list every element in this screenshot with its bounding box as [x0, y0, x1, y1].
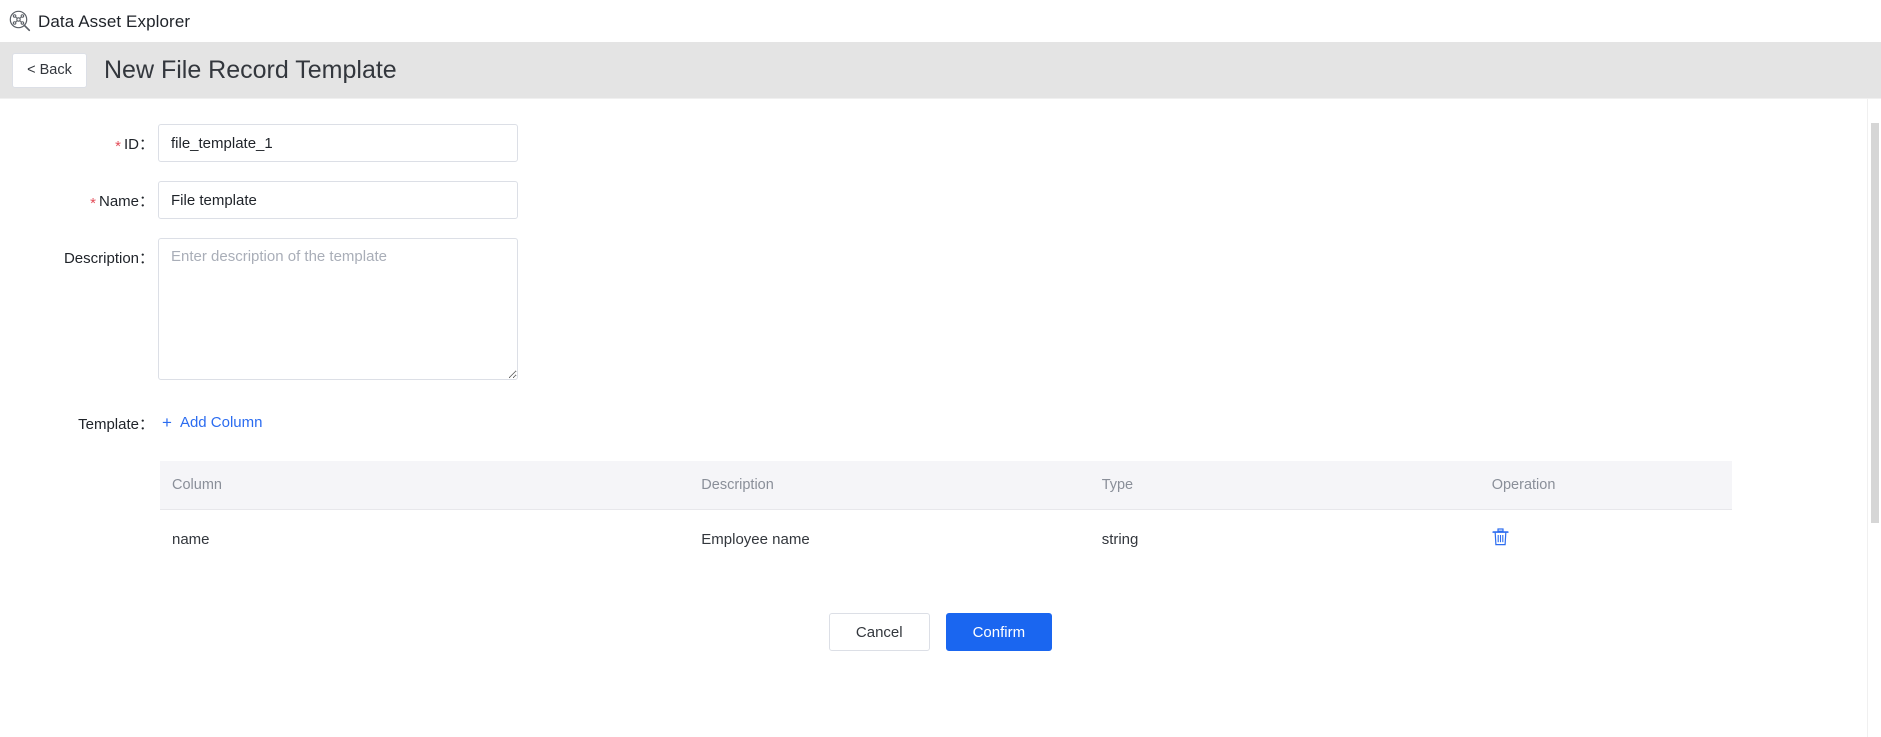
cell-description: Employee name — [689, 509, 1090, 569]
table-row: name Employee name string — [160, 509, 1732, 569]
back-button[interactable]: < Back — [12, 52, 87, 88]
required-asterisk: * — [90, 195, 96, 212]
id-label-text: ID： — [123, 136, 154, 153]
add-column-button[interactable]: + Add Column — [162, 414, 262, 431]
page-title: New File Record Template — [104, 55, 397, 84]
columns-table: Column Description Type Operation name E… — [160, 461, 1732, 569]
app-bar: Data Asset Explorer — [0, 0, 1881, 42]
form-panel: *ID： *Name： Description： Template： + — [0, 99, 1881, 737]
trash-icon — [1492, 528, 1509, 549]
vertical-scrollbar[interactable] — [1867, 99, 1881, 737]
content-area: *ID： *Name： Description： Template： + — [0, 98, 1881, 737]
id-input[interactable] — [158, 124, 518, 162]
name-field-wrapper — [158, 181, 518, 219]
header-column: Column — [160, 461, 690, 510]
form-row-id: * ID： — [0, 124, 1881, 162]
template-label: Template： — [78, 416, 154, 433]
header-operation: Operation — [1479, 461, 1732, 510]
description-textarea[interactable] — [158, 238, 518, 380]
confirm-button[interactable]: Confirm — [945, 613, 1053, 651]
delete-row-button[interactable] — [1492, 528, 1509, 546]
table-head: Column Description Type Operation — [160, 461, 1732, 510]
cell-type: string — [1089, 509, 1480, 569]
id-field-wrapper — [158, 124, 518, 162]
name-label: * Name： — [0, 181, 158, 211]
network-search-icon — [8, 9, 32, 33]
add-column-label: Add Column — [179, 414, 263, 431]
page-header: < Back New File Record Template — [0, 42, 1881, 98]
description-label: Description： — [63, 250, 154, 267]
table-header-row: Column Description Type Operation — [160, 461, 1732, 510]
plus-icon: + — [162, 413, 172, 432]
cell-column: name — [160, 509, 690, 569]
form-row-template: Template： + Add Column — [0, 413, 1881, 434]
header-type: Type — [1089, 461, 1480, 510]
app-title: Data Asset Explorer — [38, 11, 191, 31]
template-field-wrapper: + Add Column — [158, 414, 262, 433]
form-row-description: Description： — [0, 238, 1881, 380]
required-asterisk: * — [115, 138, 121, 155]
header-description: Description — [689, 461, 1090, 510]
form-row-name: * Name： — [0, 181, 1881, 219]
table-body: name Employee name string — [160, 509, 1732, 569]
columns-table-area: Column Description Type Operation name E… — [160, 461, 1732, 569]
footer-actions: Cancel Confirm — [0, 613, 1881, 651]
cancel-button[interactable]: Cancel — [828, 613, 930, 651]
cell-operation — [1479, 509, 1732, 569]
name-label-text: Name： — [98, 193, 154, 210]
id-label: * ID： — [0, 124, 158, 154]
vertical-scrollbar-thumb[interactable] — [1871, 123, 1879, 523]
name-input[interactable] — [158, 181, 518, 219]
description-field-wrapper — [158, 238, 518, 380]
